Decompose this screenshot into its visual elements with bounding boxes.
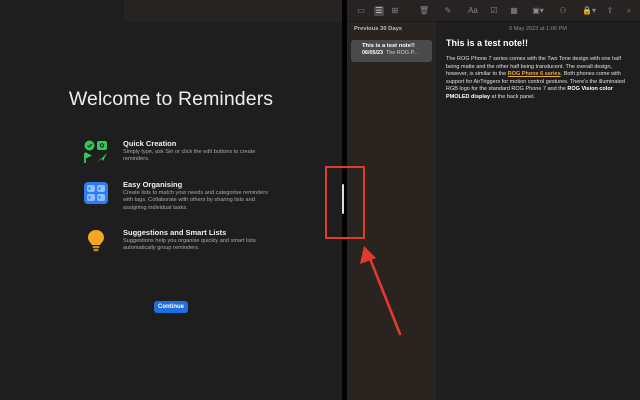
note-date: 6 May 2023 at 1:06 PM xyxy=(509,26,567,32)
gallery-view-icon[interactable]: ⊞ xyxy=(390,6,400,16)
section-header: Previous 30 Days xyxy=(354,26,403,32)
trash-icon[interactable]: 🗑 xyxy=(419,6,429,16)
collaborate-icon[interactable]: ⚇ xyxy=(558,6,568,16)
note-body[interactable]: The ROG Phone 7 series comes with the Tw… xyxy=(446,56,634,102)
welcome-title: Welcome to Reminders xyxy=(68,88,274,110)
notes-window: ▭ ☰ ⊞ 🗑 ✎ Aa ☑ ▦ ▣▾ ⚇ 🔒▾ ⇪ ⌕ Previous 30… xyxy=(347,0,640,400)
format-text-icon[interactable]: Aa xyxy=(468,6,478,16)
note-item-meta: 06/05/23 The ROG P... xyxy=(362,50,427,56)
media-icon[interactable]: ▣▾ xyxy=(530,6,546,16)
sidebar-toggle-icon[interactable]: ▭ xyxy=(356,6,366,16)
feature-title: Easy Organising xyxy=(123,180,183,189)
annotation-highlight-box xyxy=(325,166,365,239)
feature-title: Quick Creation xyxy=(123,139,177,148)
search-icon[interactable]: ⌕ xyxy=(624,6,634,16)
note-list-item[interactable]: This is a test note!! 06/05/23 The ROG P… xyxy=(351,40,432,62)
note-editor[interactable]: 6 May 2023 at 1:06 PM This is a test not… xyxy=(436,22,640,400)
note-title[interactable]: This is a test note!! xyxy=(446,38,528,48)
notes-toolbar: ▭ ☰ ⊞ 🗑 ✎ Aa ☑ ▦ ▣▾ ⚇ 🔒▾ ⇪ ⌕ xyxy=(347,0,640,22)
reminders-window: Welcome to Reminders Quick Creation Simp… xyxy=(0,0,342,400)
checklist-icon[interactable]: ☑ xyxy=(489,6,499,16)
note-item-preview: The ROG P... xyxy=(385,50,418,56)
note-body-link[interactable]: ROG Phone 6 series xyxy=(508,71,561,77)
continue-button[interactable]: Continue xyxy=(154,301,188,313)
list-view-icon[interactable]: ☰ xyxy=(374,6,384,16)
lightbulb-icon xyxy=(88,230,104,252)
note-body-text: at the back panel. xyxy=(490,93,535,100)
share-icon[interactable]: ⇪ xyxy=(605,6,615,16)
quick-creation-icon xyxy=(84,140,107,163)
compose-icon[interactable]: ✎ xyxy=(443,6,453,16)
note-item-date: 06/05/23 xyxy=(362,50,383,56)
feature-description: Simply type, ask Siri or click the edit … xyxy=(123,149,256,163)
easy-organising-icon xyxy=(84,182,108,204)
lock-icon[interactable]: 🔒▾ xyxy=(582,6,596,16)
note-item-title: This is a test note!! xyxy=(362,43,415,49)
table-icon[interactable]: ▦ xyxy=(509,6,519,16)
feature-title: Suggestions and Smart Lists xyxy=(123,228,227,237)
feature-description: Create lists to match your needs and cat… xyxy=(123,190,268,211)
feature-description: Suggestions help you organise quickly an… xyxy=(123,238,256,252)
reminders-toolbar-strip xyxy=(124,0,342,22)
